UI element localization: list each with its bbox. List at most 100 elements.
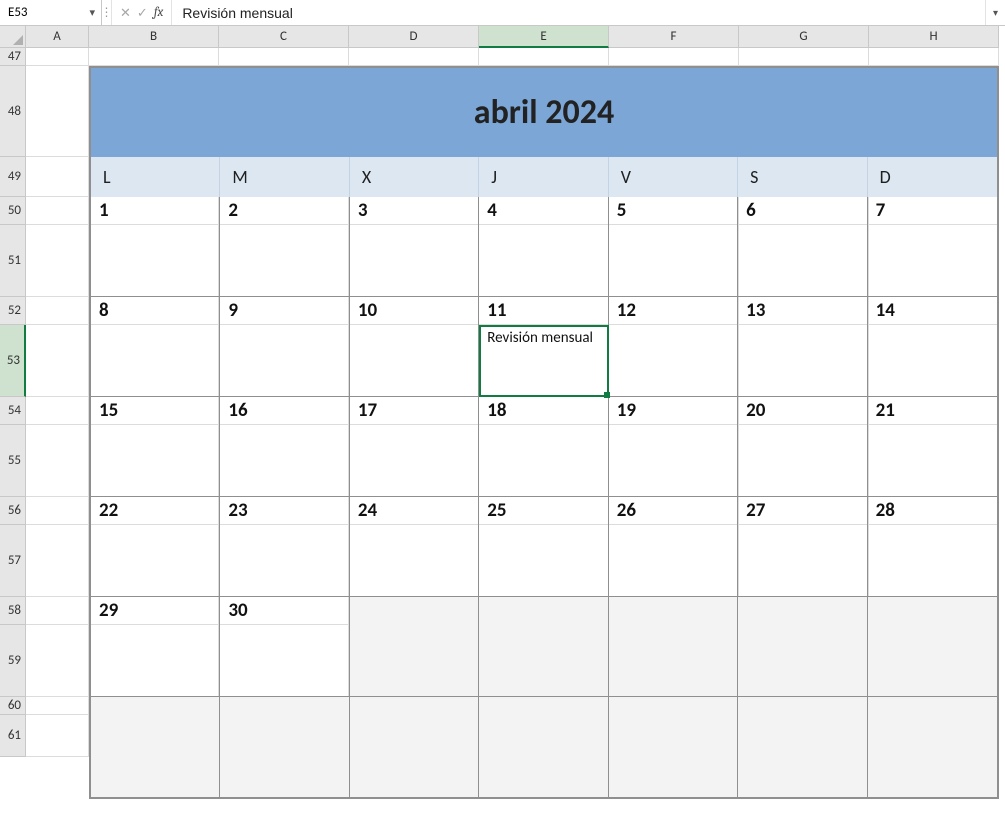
calendar-day-number[interactable]: 6 <box>738 197 867 225</box>
calendar-day-number[interactable]: 30 <box>220 597 349 625</box>
row-header[interactable]: 51 <box>0 225 26 297</box>
cell[interactable] <box>89 48 219 66</box>
calendar-day-note[interactable] <box>350 625 479 697</box>
calendar-day-number[interactable]: 25 <box>479 497 608 525</box>
calendar-day-note[interactable] <box>609 225 738 297</box>
calendar-day-number[interactable] <box>868 597 997 625</box>
row-header[interactable]: 52 <box>0 297 26 325</box>
select-all-corner[interactable] <box>0 26 26 48</box>
cell[interactable] <box>26 525 89 597</box>
calendar-day-number[interactable] <box>91 697 220 725</box>
row-header[interactable]: 48 <box>0 66 26 157</box>
calendar-day-note[interactable] <box>91 725 220 797</box>
calendar-day-note[interactable] <box>738 325 867 397</box>
calendar-day-number[interactable]: 22 <box>91 497 220 525</box>
calendar-day-note[interactable] <box>220 425 349 497</box>
calendar-day-note[interactable] <box>609 425 738 497</box>
calendar-day-number[interactable] <box>868 697 997 725</box>
row-header[interactable]: 54 <box>0 397 26 425</box>
calendar-day-number[interactable]: 17 <box>350 397 479 425</box>
cell[interactable] <box>26 625 89 697</box>
calendar-day-number[interactable]: 2 <box>220 197 349 225</box>
calendar-day-note[interactable] <box>91 525 220 597</box>
calendar-day-note[interactable] <box>220 625 349 697</box>
calendar-day-note[interactable] <box>609 325 738 397</box>
calendar-day-number[interactable]: 9 <box>220 297 349 325</box>
calendar-day-note[interactable] <box>479 625 608 697</box>
calendar-day-note[interactable] <box>868 525 997 597</box>
calendar-day-note[interactable] <box>220 525 349 597</box>
cell[interactable] <box>219 48 349 66</box>
calendar-day-note[interactable] <box>479 525 608 597</box>
calendar-day-note[interactable] <box>350 525 479 597</box>
cell[interactable] <box>26 397 89 425</box>
calendar-day-number[interactable] <box>738 697 867 725</box>
row-header[interactable]: 50 <box>0 197 26 225</box>
calendar-day-number[interactable] <box>220 697 349 725</box>
calendar-day-number[interactable] <box>479 697 608 725</box>
calendar-day-note[interactable] <box>220 225 349 297</box>
calendar-day-note[interactable] <box>350 225 479 297</box>
calendar-day-note[interactable] <box>609 725 738 797</box>
calendar-day-number[interactable]: 13 <box>738 297 867 325</box>
calendar-day-number[interactable] <box>479 597 608 625</box>
calendar-day-number[interactable]: 11 <box>479 297 608 325</box>
row-header[interactable]: 55 <box>0 425 26 497</box>
spreadsheet-grid[interactable]: ABCDEFGH474849505152535455565758596061 a… <box>0 26 1005 757</box>
calendar-day-number[interactable]: 7 <box>868 197 997 225</box>
cell[interactable] <box>869 48 999 66</box>
calendar-day-number[interactable] <box>738 597 867 625</box>
calendar-day-number[interactable]: 1 <box>91 197 220 225</box>
calendar-day-number[interactable]: 28 <box>868 497 997 525</box>
column-header[interactable]: A <box>26 26 89 48</box>
calendar-day-note[interactable] <box>220 725 349 797</box>
calendar-day-number[interactable]: 5 <box>609 197 738 225</box>
calendar-day-note[interactable] <box>350 325 479 397</box>
calendar-day-note[interactable] <box>91 325 220 397</box>
calendar-day-note[interactable] <box>868 325 997 397</box>
cell[interactable] <box>739 48 869 66</box>
cell[interactable] <box>479 48 609 66</box>
calendar-day-number[interactable]: 18 <box>479 397 608 425</box>
calendar-day-number[interactable]: 19 <box>609 397 738 425</box>
row-header[interactable]: 49 <box>0 157 26 197</box>
calendar-day-number[interactable]: 16 <box>220 397 349 425</box>
calendar-day-number[interactable]: 24 <box>350 497 479 525</box>
cell[interactable] <box>26 597 89 625</box>
cell[interactable] <box>26 225 89 297</box>
cell[interactable] <box>26 197 89 225</box>
column-header[interactable]: F <box>609 26 739 48</box>
calendar-day-note[interactable] <box>350 725 479 797</box>
column-header[interactable]: E <box>479 26 609 48</box>
calendar-day-number[interactable]: 27 <box>738 497 867 525</box>
cell[interactable] <box>26 715 89 757</box>
fx-icon[interactable]: fx <box>154 5 164 20</box>
calendar-day-number[interactable]: 21 <box>868 397 997 425</box>
row-header[interactable]: 61 <box>0 715 26 757</box>
calendar-day-number[interactable]: 23 <box>220 497 349 525</box>
calendar-day-note[interactable] <box>868 625 997 697</box>
calendar-day-note[interactable] <box>609 625 738 697</box>
calendar-day-note[interactable] <box>868 425 997 497</box>
confirm-icon[interactable]: ✓ <box>137 5 148 21</box>
calendar-day-note[interactable] <box>479 225 608 297</box>
calendar-day-note[interactable] <box>350 425 479 497</box>
row-header[interactable]: 53 <box>0 325 26 397</box>
calendar-day-number[interactable] <box>609 597 738 625</box>
calendar-day-note[interactable] <box>220 325 349 397</box>
row-header[interactable]: 58 <box>0 597 26 625</box>
calendar-day-number[interactable]: 4 <box>479 197 608 225</box>
column-header[interactable]: H <box>869 26 999 48</box>
calendar-day-note[interactable] <box>868 225 997 297</box>
calendar-day-number[interactable]: 12 <box>609 297 738 325</box>
cell[interactable] <box>609 48 739 66</box>
calendar-day-note[interactable] <box>479 725 608 797</box>
calendar-day-note[interactable] <box>479 425 608 497</box>
calendar-day-note[interactable] <box>738 425 867 497</box>
calendar-day-note[interactable] <box>868 725 997 797</box>
calendar-day-note[interactable] <box>738 225 867 297</box>
calendar-day-number[interactable] <box>350 697 479 725</box>
calendar-day-number[interactable]: 8 <box>91 297 220 325</box>
name-box[interactable]: E53 ▾ <box>0 0 102 25</box>
row-header[interactable]: 47 <box>0 48 26 66</box>
